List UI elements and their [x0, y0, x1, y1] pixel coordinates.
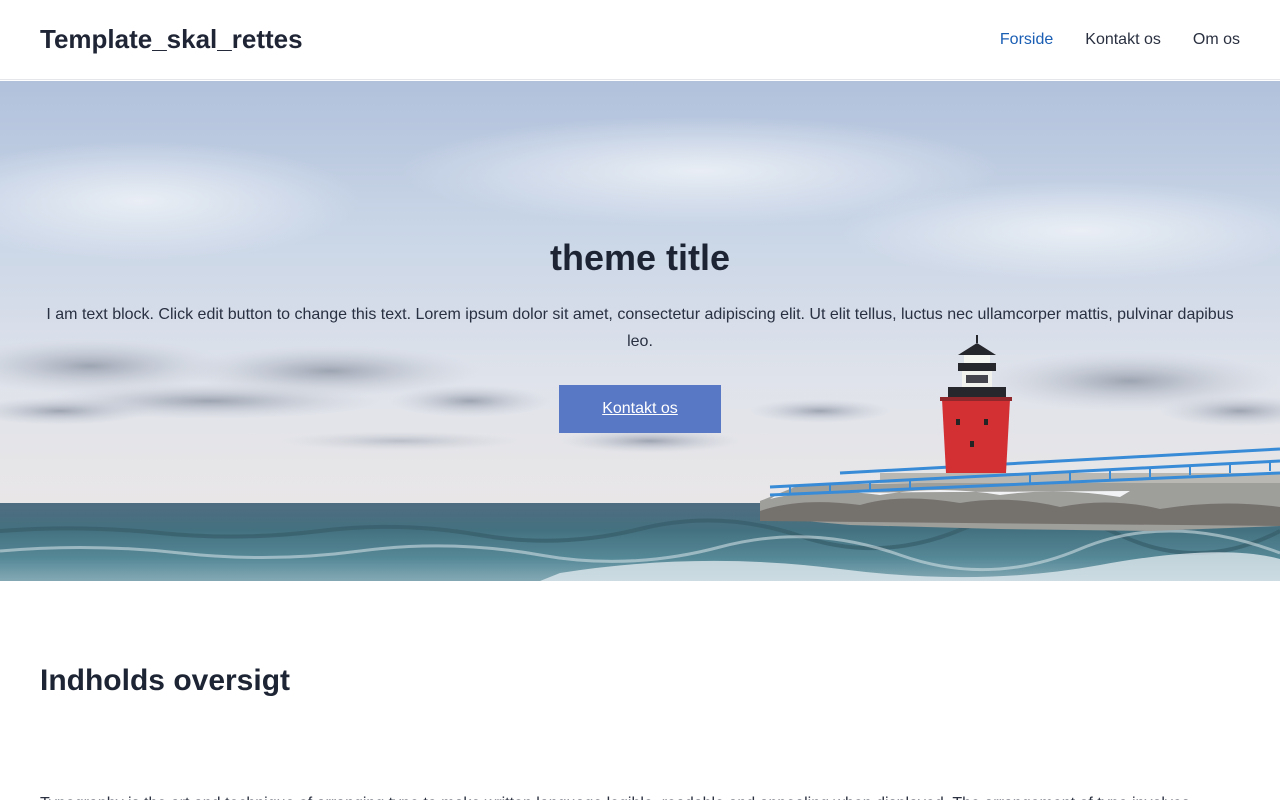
- nav-item-om-os: Om os: [1193, 30, 1240, 50]
- hero-content: theme title I am text block. Click edit …: [40, 231, 1240, 433]
- hero-title: theme title: [549, 237, 731, 278]
- site-title-link[interactable]: Template_skal_rettes: [40, 24, 303, 55]
- hero-section: theme title I am text block. Click edit …: [0, 81, 1280, 581]
- nav-item-kontakt-os: Kontakt os: [1085, 30, 1161, 50]
- nav-link-om-os[interactable]: Om os: [1193, 31, 1240, 48]
- section-title: Indholds oversigt: [40, 664, 291, 697]
- section-body-text: Typography is the art and technique of a…: [40, 791, 1240, 800]
- nav-link-kontakt-os[interactable]: Kontakt os: [1085, 31, 1161, 48]
- main-navigation: Forside Kontakt os Om os: [968, 30, 1240, 50]
- site-header: Template_skal_rettes Forside Kontakt os …: [0, 0, 1280, 80]
- hero-text: I am text block. Click edit button to ch…: [46, 306, 1234, 350]
- kontakt-os-button[interactable]: Kontakt os: [559, 385, 721, 433]
- nav-link-forside[interactable]: Forside: [1000, 31, 1053, 48]
- nav-item-forside: Forside: [1000, 30, 1053, 50]
- nav-list: Forside Kontakt os Om os: [968, 30, 1240, 50]
- content-section: Indholds oversigt Typography is the art …: [40, 581, 1240, 800]
